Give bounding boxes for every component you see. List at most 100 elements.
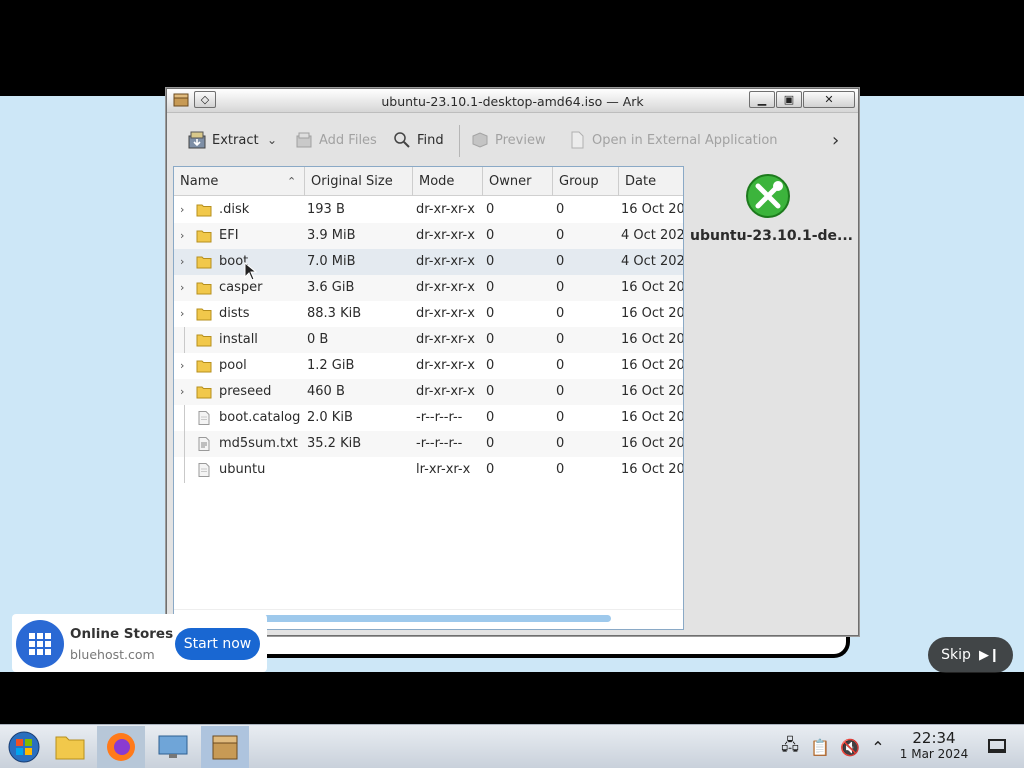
folder-icon	[196, 334, 212, 347]
file-owner: 0	[486, 228, 495, 243]
network-icon[interactable]: 🖧	[779, 735, 801, 758]
toolbar: Extract ⌄ Add Files Find Preview Open in…	[167, 113, 858, 165]
firefox-task[interactable]	[97, 726, 145, 768]
file-name: install	[219, 332, 258, 347]
tree-branch-line	[184, 405, 185, 431]
file-mode: lr-xr-xr-x	[416, 462, 471, 477]
find-label: Find	[417, 132, 444, 148]
minimize-button[interactable]: ▁	[749, 91, 775, 108]
file-size: 2.0 KiB	[307, 410, 353, 425]
file-group: 0	[556, 306, 565, 321]
archive-name: ubuntu-23.10.1-de...	[689, 228, 854, 244]
expand-chevron-icon[interactable]: ›	[180, 249, 190, 275]
system-settings-task[interactable]	[149, 726, 197, 768]
file-owner: 0	[486, 384, 495, 399]
preview-label: Preview	[495, 132, 546, 148]
file-date: 4 Oct 2023	[621, 254, 683, 269]
file-group: 0	[556, 410, 565, 425]
column-size[interactable]: Original Size	[305, 167, 413, 196]
file-size: 1.2 GiB	[307, 358, 355, 373]
column-group[interactable]: Group	[553, 167, 619, 196]
table-row[interactable]: › preseed 460 B dr-xr-xr-x 0 0 16 Oct 2023	[174, 379, 683, 405]
folder-icon	[196, 204, 212, 217]
file-rows: › .disk 193 B dr-xr-xr-x 0 0 16 Oct 2023 › EFI 3.…	[174, 197, 683, 483]
archive-tools-icon	[744, 172, 792, 220]
file-mode: dr-xr-xr-x	[416, 254, 475, 269]
show-desktop-icon[interactable]	[988, 739, 1006, 753]
ad-domain: bluehost.com	[70, 647, 155, 662]
expand-chevron-icon[interactable]: ›	[180, 223, 190, 249]
info-panel: ubuntu-23.10.1-de...	[685, 166, 858, 630]
file-name: .disk	[219, 202, 250, 217]
column-name[interactable]: Name ⌃	[174, 167, 305, 196]
table-row[interactable]: boot.catalog 2.0 KiB -r--r--r-- 0 0 16 Oct 20…	[174, 405, 683, 431]
table-row[interactable]: › EFI 3.9 MiB dr-xr-xr-x 0 0 4 Oct 2023	[174, 223, 683, 249]
file-group: 0	[556, 254, 565, 269]
ad-start-now-button[interactable]: Start now	[175, 628, 260, 660]
column-owner[interactable]: Owner	[483, 167, 553, 196]
table-row[interactable]: install 0 B dr-xr-xr-x 0 0 16 Oct 2023	[174, 327, 683, 353]
table-row[interactable]: ubuntu lr-xr-xr-x 0 0 16 Oct 2023	[174, 457, 683, 483]
file-mode: dr-xr-xr-x	[416, 358, 475, 373]
title-bar[interactable]: ◇ ubuntu-23.10.1-desktop-amd64.iso — Ark…	[167, 89, 858, 113]
file-size: 88.3 KiB	[307, 306, 362, 321]
table-row[interactable]: › dists 88.3 KiB dr-xr-xr-x 0 0 16 Oct 2023	[174, 301, 683, 327]
file-name: md5sum.txt	[219, 436, 298, 451]
file-name: boot	[219, 254, 249, 269]
windows-logo-icon	[8, 731, 40, 763]
folder-icon	[196, 360, 212, 373]
file-list[interactable]: Name ⌃ Original Size Mode Owner Group Dat…	[173, 166, 684, 630]
extract-menu-chevron-down-icon[interactable]: ⌄	[267, 128, 277, 152]
file-owner: 0	[486, 436, 495, 451]
add-files-icon	[294, 130, 314, 150]
file-date: 16 Oct 2023	[621, 436, 683, 451]
file-date: 16 Oct 2023	[621, 306, 683, 321]
file-owner: 0	[486, 202, 495, 217]
table-row[interactable]: md5sum.txt 35.2 KiB -r--r--r-- 0 0 16 Oct 202…	[174, 431, 683, 457]
expand-chevron-icon[interactable]: ›	[180, 379, 190, 405]
preview-button[interactable]: Preview	[470, 128, 546, 152]
volume-muted-icon[interactable]: 🔇	[839, 736, 861, 758]
clipboard-icon[interactable]: 📋	[809, 736, 831, 758]
tree-branch-line	[184, 327, 185, 353]
open-external-label: Open in External Application	[592, 132, 778, 148]
file-group: 0	[556, 384, 565, 399]
file-mode: -r--r--r--	[416, 410, 463, 425]
expand-chevron-icon[interactable]: ›	[180, 301, 190, 327]
extract-icon	[187, 130, 207, 150]
table-row[interactable]: › pool 1.2 GiB dr-xr-xr-x 0 0 16 Oct 2023	[174, 353, 683, 379]
screen: ◇ ubuntu-23.10.1-desktop-amd64.iso — Ark…	[0, 0, 1024, 768]
chevron-up-icon[interactable]: ⌃	[867, 736, 889, 758]
file-group: 0	[556, 280, 565, 295]
file-size: 193 B	[307, 202, 345, 217]
file-icon	[198, 411, 210, 425]
find-button[interactable]: Find	[392, 128, 444, 152]
extract-label: Extract	[212, 132, 259, 148]
file-group: 0	[556, 462, 565, 477]
skip-ad-button[interactable]: Skip ▶❙	[928, 637, 1013, 673]
ark-task[interactable]	[201, 726, 249, 768]
expand-chevron-icon[interactable]: ›	[180, 197, 190, 223]
add-files-button[interactable]: Add Files	[294, 128, 377, 152]
ark-window: ◇ ubuntu-23.10.1-desktop-amd64.iso — Ark…	[166, 88, 859, 636]
table-row[interactable]: › .disk 193 B dr-xr-xr-x 0 0 16 Oct 2023	[174, 197, 683, 223]
clock[interactable]: 22:34 1 Mar 2024	[892, 729, 976, 762]
firefox-icon	[107, 733, 135, 761]
open-external-button[interactable]: Open in External Application	[567, 128, 778, 152]
file-name: casper	[219, 280, 263, 295]
file-icon	[198, 463, 210, 477]
maximize-button[interactable]: ▣	[776, 91, 802, 108]
expand-chevron-icon[interactable]: ›	[180, 353, 190, 379]
start-menu-button[interactable]	[0, 726, 48, 768]
file-manager-task[interactable]	[46, 726, 94, 768]
file-owner: 0	[486, 254, 495, 269]
close-button[interactable]: ✕	[803, 91, 855, 108]
extract-button[interactable]: Extract	[187, 128, 259, 152]
file-mode: dr-xr-xr-x	[416, 332, 475, 347]
toolbar-overflow-chevron-right-icon[interactable]: ›	[832, 128, 839, 152]
file-name: EFI	[219, 228, 239, 243]
expand-chevron-icon[interactable]: ›	[180, 275, 190, 301]
column-date[interactable]: Date	[619, 167, 683, 196]
clock-time: 22:34	[912, 729, 956, 747]
column-mode[interactable]: Mode	[413, 167, 483, 196]
